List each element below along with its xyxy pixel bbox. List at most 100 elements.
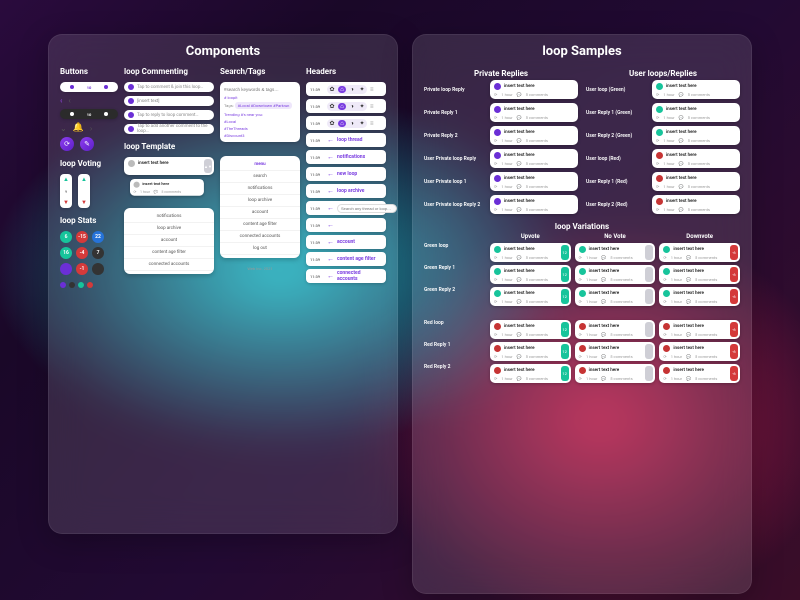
chevron-left-dark-icon[interactable]: ‹ xyxy=(68,96,70,105)
feed-segmented[interactable]: ✿⌂◑✦ xyxy=(327,119,367,128)
menu-item[interactable]: loop archive xyxy=(220,195,300,207)
loop-card[interactable]: insert text here⟳1 hour💬5 comments-6 xyxy=(659,364,740,383)
vote-box[interactable] xyxy=(645,322,653,337)
comment-add-another[interactable]: Tap to add another comment to the loop… xyxy=(124,124,214,134)
vote-box-icon[interactable]: ▲▼ xyxy=(204,159,212,173)
feed-segmented[interactable]: ✿⌂◑✦ xyxy=(327,102,367,111)
vote-box[interactable]: -6 xyxy=(730,344,738,359)
chevron-left-icon[interactable]: ‹ xyxy=(60,96,62,105)
loop-reply-template[interactable]: insert text here ⟳1 hour💬5 comments xyxy=(130,179,204,196)
loop-card[interactable]: insert text here⟳1 hour💬5 comments-6 xyxy=(659,265,740,284)
loop-card[interactable]: insert text here⟳1 hour💬5 comments xyxy=(575,265,656,284)
status-time: 11:39 xyxy=(310,189,324,194)
loop-card[interactable]: insert text here⟳1 hour💬5 comments xyxy=(575,243,656,262)
vote-box[interactable]: 12 xyxy=(561,366,569,381)
menu-item[interactable]: notifications xyxy=(220,183,300,195)
loop-card[interactable]: insert text here⟳1 hour💬5 comments xyxy=(652,195,740,214)
loop-card-template[interactable]: insert text here ▲▼ xyxy=(124,157,214,175)
back-icon[interactable]: ← xyxy=(327,221,334,229)
loop-card[interactable]: insert text here⟳1 hour💬5 comments xyxy=(490,172,578,191)
back-icon[interactable]: ← xyxy=(327,238,334,246)
menu-item[interactable]: account xyxy=(220,207,300,219)
loop-card[interactable]: insert text here⟳1 hour💬5 comments xyxy=(652,103,740,122)
vote-box[interactable] xyxy=(645,245,653,260)
loop-card[interactable]: insert text here⟳1 hour💬5 comments xyxy=(490,80,578,99)
back-icon[interactable]: ← xyxy=(327,272,334,280)
tag-chip[interactable]: #Local #Downtown #Parkrun xyxy=(235,102,293,109)
vote-pill-light[interactable]: 10 xyxy=(60,82,118,92)
loop-card[interactable]: insert text here⟳1 hour💬5 comments xyxy=(575,287,656,306)
loop-card[interactable]: insert text here⟳1 hour💬5 comments12 xyxy=(490,243,571,262)
back-icon[interactable]: ← xyxy=(327,187,334,195)
loop-card[interactable]: insert text here⟳1 hour💬5 comments12 xyxy=(490,320,571,339)
vote-box[interactable]: -6 xyxy=(730,245,738,260)
loop-card[interactable]: insert text here⟳1 hour💬5 comments12 xyxy=(490,287,571,306)
loop-card[interactable]: insert text here⟳1 hour💬5 comments12 xyxy=(490,342,571,361)
refresh-button[interactable]: ⟳ xyxy=(60,137,74,151)
menu-icon[interactable]: ≡ xyxy=(370,103,374,110)
loop-card[interactable]: insert text here⟳1 hour💬5 comments12 xyxy=(490,364,571,383)
comment-insert[interactable]: [insert text] xyxy=(124,96,214,106)
vote-box[interactable] xyxy=(645,344,653,359)
loop-card[interactable]: insert text here⟳1 hour💬5 comments xyxy=(652,149,740,168)
chevron-down-icon[interactable]: ⌄ xyxy=(60,124,67,133)
menu-item[interactable]: account xyxy=(124,235,214,247)
loop-card[interactable]: insert text here⟳1 hour💬5 comments xyxy=(490,126,578,145)
back-icon[interactable]: ← xyxy=(327,170,334,178)
loop-card[interactable]: insert text here⟳1 hour💬5 comments xyxy=(652,126,740,145)
loop-card[interactable]: insert text here⟳1 hour💬5 comments-6 xyxy=(659,320,740,339)
loop-card[interactable]: insert text here⟳1 hour💬5 comments-6 xyxy=(659,287,740,306)
loop-card[interactable]: insert text here⟳1 hour💬5 comments xyxy=(490,195,578,214)
vote-box[interactable] xyxy=(645,267,653,282)
menu-item[interactable]: loop archive xyxy=(124,223,214,235)
vote-box[interactable]: -6 xyxy=(730,289,738,304)
search-input[interactable] xyxy=(224,87,296,92)
feed-segmented[interactable]: ✿⌂◑✦ xyxy=(327,85,367,94)
bell-icon[interactable]: 🔔 xyxy=(73,123,84,133)
vote-bar-1[interactable]: ▲9▼ xyxy=(60,174,72,208)
loop-card[interactable]: insert text here⟳1 hour💬5 comments xyxy=(575,320,656,339)
menu-icon[interactable]: ≡ xyxy=(370,86,374,93)
menu-item[interactable]: content age filter xyxy=(220,219,300,231)
vote-box[interactable]: -6 xyxy=(730,366,738,381)
menu-item[interactable]: connected accounts xyxy=(220,231,300,243)
back-icon[interactable]: ← xyxy=(327,204,334,212)
vote-box[interactable]: 12 xyxy=(561,267,569,282)
chevron-right-icon[interactable]: › xyxy=(90,124,92,133)
menu-icon[interactable]: ≡ xyxy=(370,120,374,127)
vote-box[interactable] xyxy=(645,289,653,304)
menu-item[interactable]: search xyxy=(220,171,300,183)
trend-tag-3[interactable]: #Discount3 xyxy=(224,133,296,138)
menu-item[interactable]: connected accounts xyxy=(124,259,214,271)
vote-box[interactable]: 12 xyxy=(561,289,569,304)
back-icon[interactable]: ← xyxy=(327,153,334,161)
vote-box[interactable] xyxy=(645,366,653,381)
vote-box[interactable]: 12 xyxy=(561,322,569,337)
menu-item[interactable]: log out xyxy=(220,243,300,255)
vote-box[interactable]: 12 xyxy=(561,245,569,260)
comment-reply[interactable]: Tap to reply to loop comment… xyxy=(124,110,214,120)
loop-card[interactable]: insert text here⟳1 hour💬5 comments xyxy=(652,80,740,99)
back-icon[interactable]: ← xyxy=(327,136,334,144)
loop-card[interactable]: insert text here⟳1 hour💬5 comments xyxy=(575,342,656,361)
vote-pill-dark[interactable]: 10 xyxy=(60,109,118,119)
vote-bar-2[interactable]: ▲▼ xyxy=(78,174,90,208)
loop-card[interactable]: insert text here⟳1 hour💬5 comments xyxy=(575,364,656,383)
loop-card[interactable]: insert text here⟳1 hour💬5 comments-6 xyxy=(659,243,740,262)
vote-box[interactable]: -6 xyxy=(730,267,738,282)
loop-card[interactable]: insert text here⟳1 hour💬5 comments xyxy=(490,149,578,168)
menu-item[interactable]: content age filter xyxy=(124,247,214,259)
loop-card[interactable]: insert text here⟳1 hour💬5 comments xyxy=(490,103,578,122)
vote-box[interactable]: -6 xyxy=(730,322,738,337)
comment-compose[interactable]: Tap to comment & join this loop… xyxy=(124,82,214,92)
compose-button[interactable]: ✎ xyxy=(80,137,94,151)
header-search-input[interactable] xyxy=(337,204,397,213)
loop-card[interactable]: insert text here⟳1 hour💬5 comments xyxy=(652,172,740,191)
loop-card[interactable]: insert text here⟳1 hour💬5 comments-6 xyxy=(659,342,740,361)
loop-card[interactable]: insert text here⟳1 hour💬5 comments12 xyxy=(490,265,571,284)
back-icon[interactable]: ← xyxy=(327,255,334,263)
vote-box[interactable]: 12 xyxy=(561,344,569,359)
menu-item[interactable]: notifications xyxy=(124,211,214,223)
trend-tag-2[interactable]: #TheThreads xyxy=(224,126,296,131)
trend-tag-1[interactable]: #Local xyxy=(224,119,296,124)
